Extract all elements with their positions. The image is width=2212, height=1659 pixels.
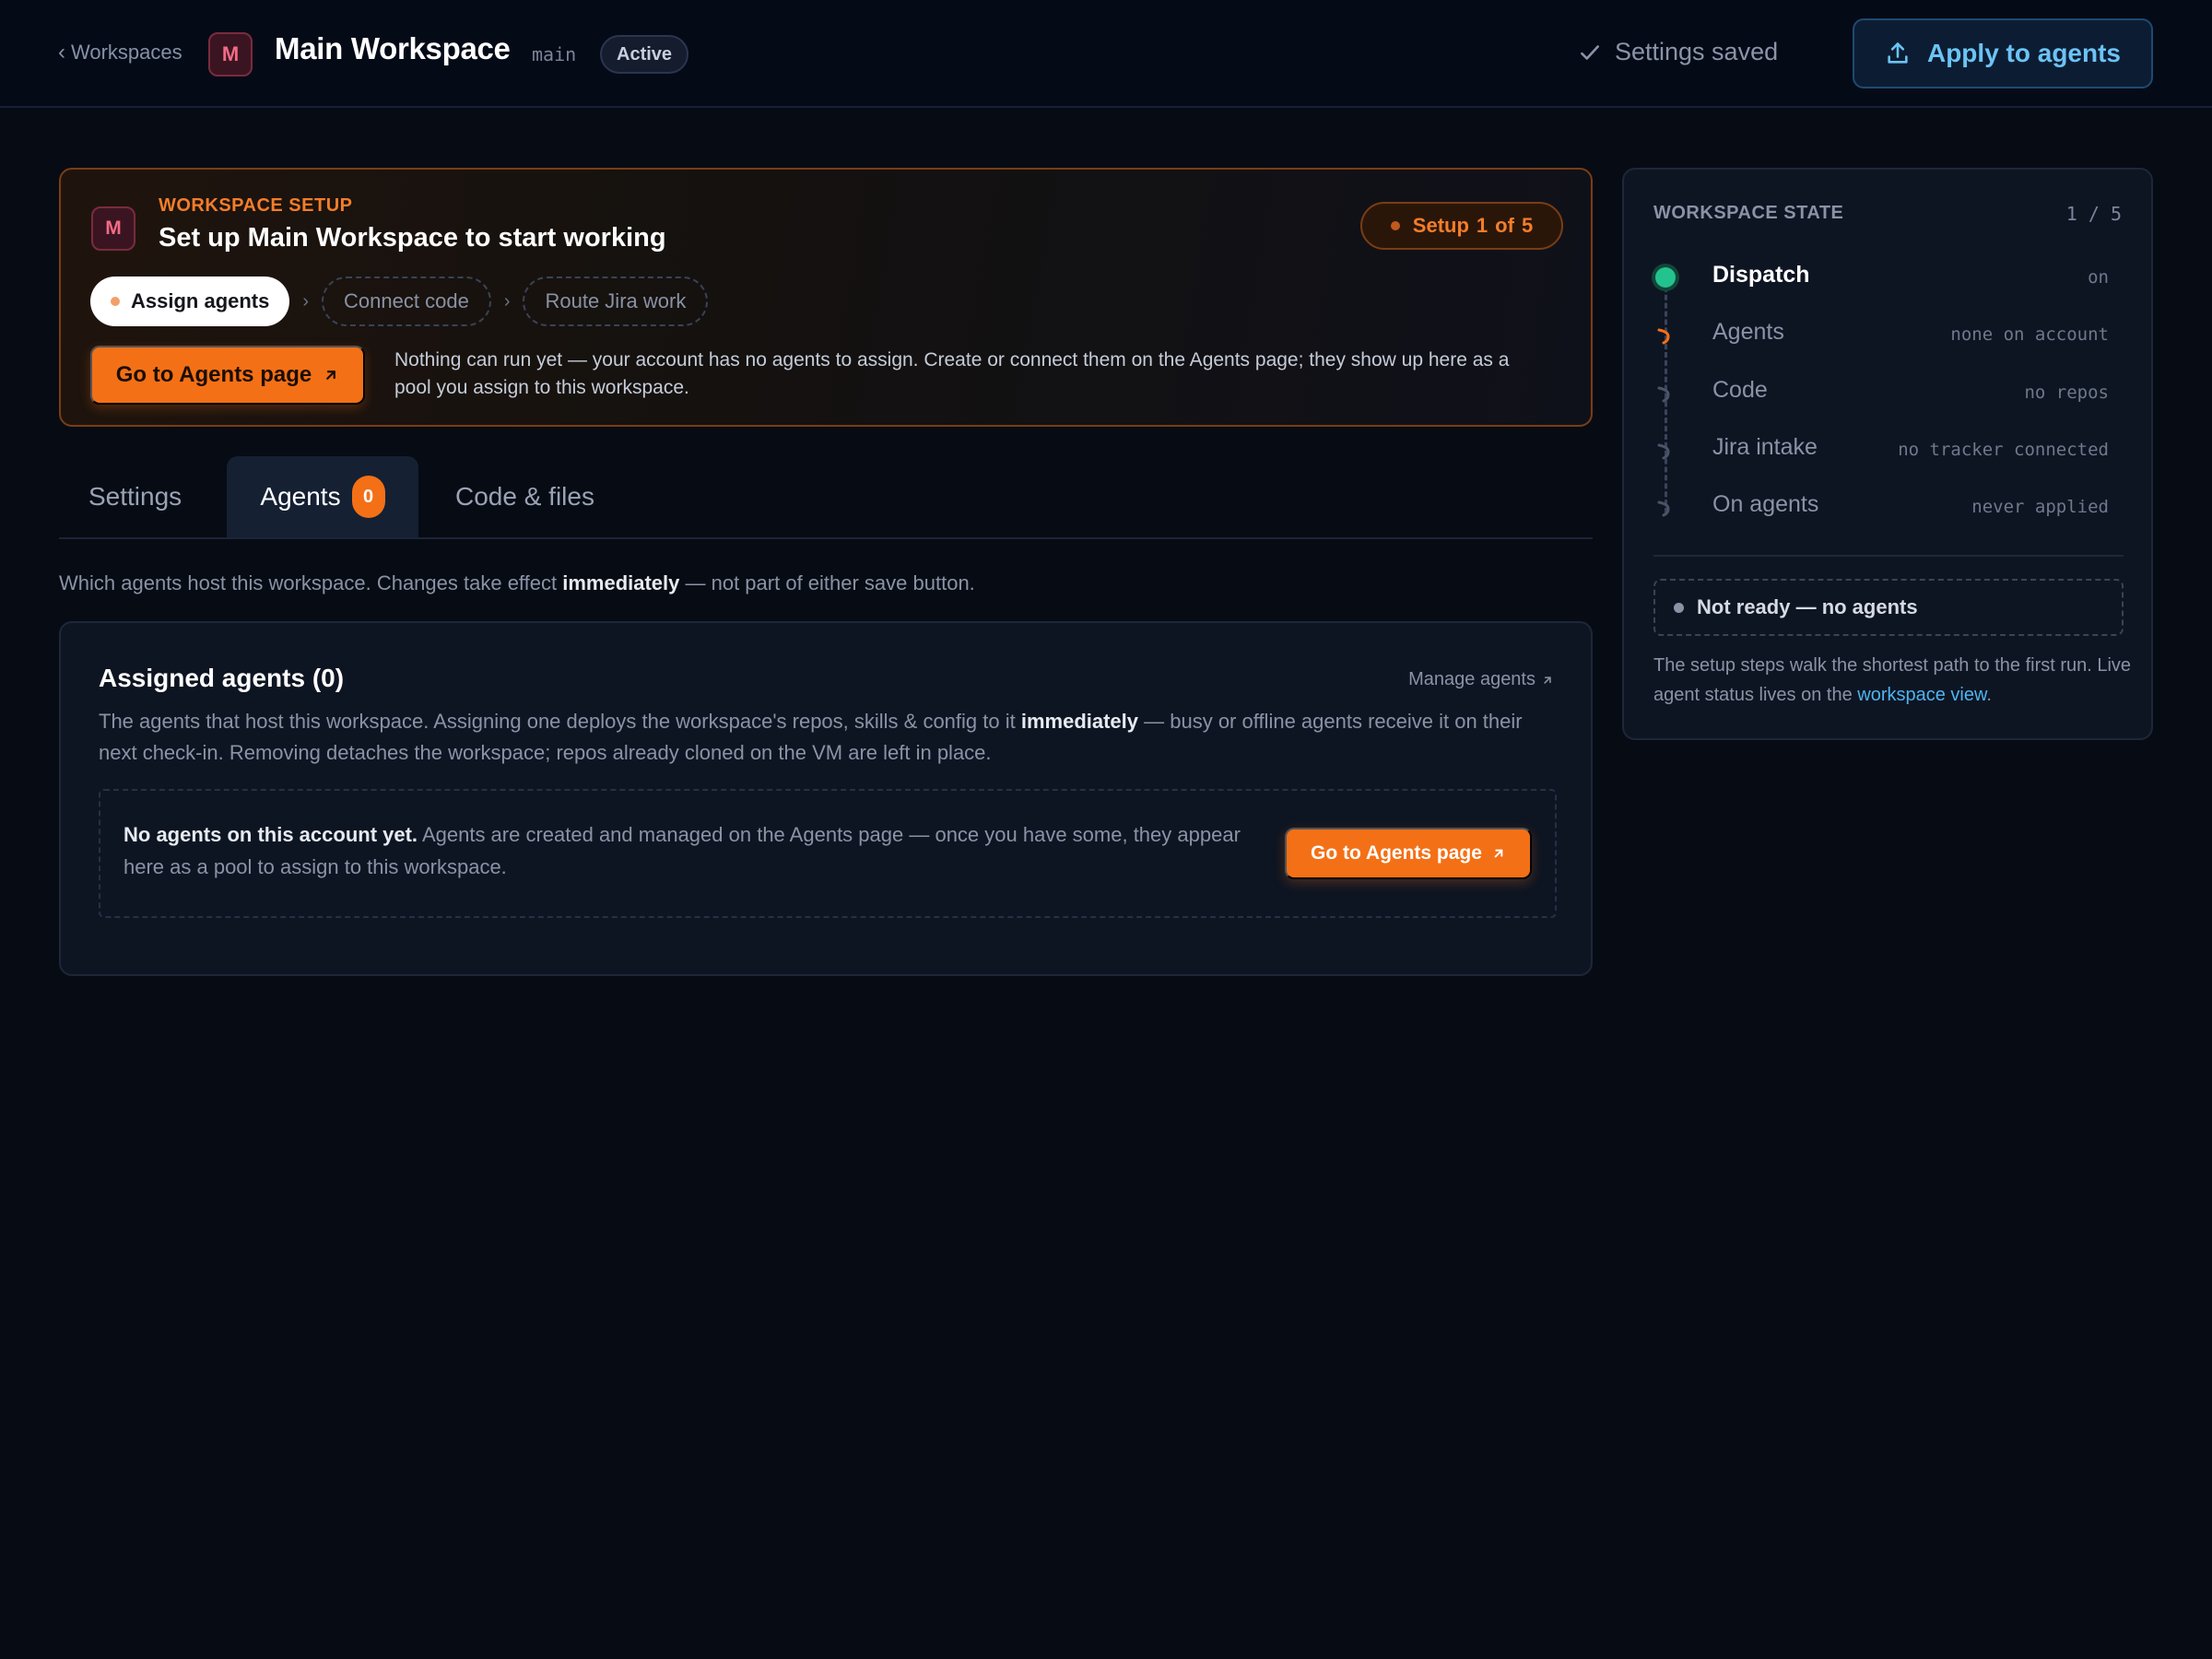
readiness-label: Not ready — no agents (1697, 595, 1918, 618)
upload-icon (1888, 42, 1908, 64)
setup-eyebrow: WORKSPACE SETUP (159, 195, 353, 216)
setup-counter-total: 5 (1521, 214, 1534, 237)
workspace-state-panel: WORKSPACE STATE 1 / 5 Dispatch on Agents… (1622, 168, 2153, 740)
check-icon (1581, 44, 1599, 60)
state-row-jira-intake: Jira intake no tracker connected (1653, 430, 2124, 467)
assigned-agents-description: The agents that host this workspace. Ass… (99, 706, 1564, 769)
status-badge: Active (600, 35, 689, 74)
divider (1653, 555, 2124, 557)
state-row-label: Jira intake (1712, 434, 1818, 460)
tab-code-files[interactable]: Code & files (455, 456, 594, 537)
state-note: The setup steps walk the shortest path t… (1653, 651, 2133, 710)
assigned-agents-title: Assigned agents (0) (99, 664, 345, 692)
external-arrow-icon (326, 371, 336, 380)
tab-label: Settings (88, 482, 182, 511)
step-assign-agents[interactable]: Assign agents (90, 276, 290, 326)
note-text-end: . (1986, 685, 1992, 705)
setup-counter-prefix: Setup (1412, 214, 1469, 237)
tab-label: Agents (260, 482, 341, 511)
state-row-agents: Agents none on account (1653, 315, 2124, 352)
workspace-tabs: Settings Agents 0 Code & files (59, 456, 1593, 539)
tab-settings[interactable]: Settings (88, 456, 182, 537)
workspace-view-link[interactable]: workspace view (1857, 685, 1986, 705)
agents-count-badge: 0 (351, 476, 385, 518)
chevron-left-icon: ‹ (58, 40, 65, 65)
state-row-label: On agents (1712, 491, 1819, 517)
status-pending-icon (1653, 438, 1677, 462)
state-row-value: none on account (1950, 324, 2109, 345)
setup-counter-of: of (1495, 214, 1514, 237)
state-row-label: Agents (1712, 319, 1784, 345)
back-to-workspaces-link[interactable]: ‹ Workspaces (58, 40, 182, 65)
state-row-value: no tracker connected (1898, 440, 2109, 460)
step-label: Route Jira work (545, 289, 687, 312)
state-row-value: on (2088, 267, 2109, 288)
saved-status-label: Settings saved (1615, 38, 1779, 65)
go-to-agents-label: Go to Agents page (115, 362, 312, 387)
state-row-code: Code no repos (1653, 373, 2124, 410)
setup-title: Set up Main Workspace to start working (159, 223, 666, 253)
workspace-state-progress: 1 / 5 (2065, 203, 2122, 225)
state-row-value: never applied (1971, 497, 2109, 517)
desc-text: The agents that host this workspace. Ass… (99, 710, 1021, 733)
status-current-icon (1653, 323, 1677, 347)
manage-agents-label: Manage agents (1408, 669, 1535, 689)
setup-description: Nothing can run yet — your account has n… (394, 349, 1510, 398)
empty-go-to-agents-button[interactable]: Go to Agents page (1285, 828, 1532, 879)
readiness-status: Not ready — no agents (1653, 579, 2124, 636)
workspace-avatar: M (208, 32, 253, 76)
tab-label: Code & files (455, 482, 594, 511)
step-route-jira-work[interactable]: Route Jira work (523, 276, 709, 326)
step-connect-code[interactable]: Connect code (322, 276, 491, 326)
intro-text-end: — not part of either save button. (679, 571, 975, 594)
go-to-agents-page-button[interactable]: Go to Agents page (90, 346, 365, 405)
apply-to-agents-button[interactable]: Apply to agents (1853, 18, 2153, 88)
empty-state: No agents on this account yet. Agents ar… (99, 789, 1557, 918)
saved-status: Settings saved (1578, 38, 1778, 66)
agents-tab-intro: Which agents host this workspace. Change… (59, 571, 975, 595)
page-title: Main Workspace (275, 31, 511, 65)
top-bar: ‹ Workspaces M Main Workspace main Activ… (0, 0, 2212, 108)
intro-text: Which agents host this workspace. Change… (59, 571, 563, 594)
state-row-value: no repos (2024, 382, 2109, 403)
setup-progress-badge: Setup 1 of 5 (1360, 202, 1563, 250)
chevron-right-icon: › (503, 290, 511, 312)
state-row-label: Code (1712, 377, 1768, 403)
empty-state-text: No agents on this account yet. Agents ar… (124, 818, 1257, 883)
progress-dot-icon (1390, 221, 1400, 230)
workspace-state-title: WORKSPACE STATE (1653, 203, 1844, 223)
apply-button-label: Apply to agents (1926, 39, 2121, 67)
setup-workspace-avatar: M (91, 206, 135, 251)
assigned-agents-panel: Assigned agents (0) Manage agents The ag… (59, 621, 1593, 976)
workspace-slug: main (532, 43, 577, 65)
setup-steps: Assign agents › Connect code › Route Jir… (90, 276, 709, 326)
empty-button-label: Go to Agents page (1311, 842, 1482, 864)
step-label: Connect code (344, 289, 469, 312)
state-row-dispatch: Dispatch on (1653, 258, 2124, 295)
state-row-on-agents: On agents never applied (1653, 488, 2124, 524)
intro-emphasis: immediately (562, 571, 680, 594)
current-step-dot-icon (111, 297, 120, 306)
status-pending-icon (1653, 495, 1677, 519)
external-arrow-icon (1494, 849, 1503, 858)
tab-agents[interactable]: Agents 0 (227, 456, 418, 537)
setup-counter-current: 1 (1476, 214, 1488, 237)
chevron-right-icon: › (302, 290, 310, 312)
step-label: Assign agents (131, 289, 270, 312)
workspace-setup-card: M WORKSPACE SETUP Set up Main Workspace … (59, 168, 1593, 427)
status-done-icon (1653, 265, 1677, 289)
status-dot-icon (1674, 602, 1684, 613)
empty-state-heading: No agents on this account yet. (124, 823, 418, 846)
desc-emphasis: immediately (1020, 710, 1139, 733)
external-arrow-icon (1544, 676, 1551, 684)
status-pending-icon (1653, 381, 1677, 405)
state-row-label: Dispatch (1712, 262, 1810, 288)
back-link-label: Workspaces (71, 41, 182, 64)
manage-agents-link[interactable]: Manage agents (1408, 669, 1554, 690)
